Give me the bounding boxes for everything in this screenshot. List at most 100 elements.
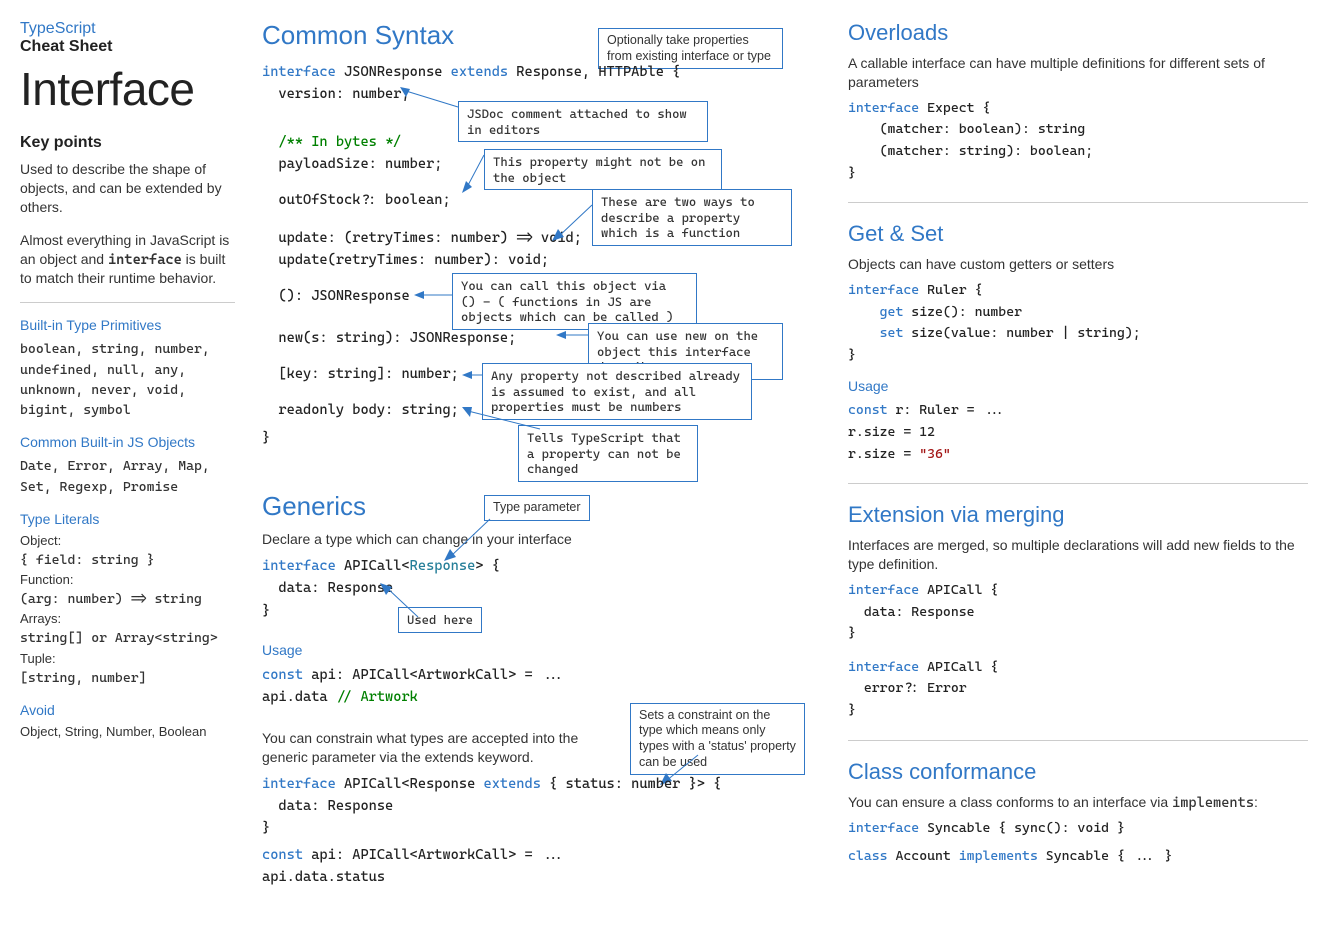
tl-obj-code: { field: string } bbox=[20, 550, 235, 570]
overloads-head: Overloads bbox=[848, 20, 1308, 46]
keypoints-p1: Used to describe the shape of objects, a… bbox=[20, 160, 235, 217]
ov1b: Expect { bbox=[919, 100, 990, 116]
gsu1b: r: Ruler = ... bbox=[888, 402, 1007, 418]
gu3a: const bbox=[262, 847, 303, 863]
common-syntax-code: interface JSONResponse extends Response,… bbox=[262, 61, 822, 471]
callout-jsdoc: JSDoc comment attached to show in editor… bbox=[458, 101, 708, 142]
gu3b: api: APICall<ArtworkCall> = ... bbox=[303, 847, 566, 863]
gc3: } bbox=[262, 600, 822, 622]
c1-7: update(retryTimes: number): void; bbox=[262, 249, 549, 271]
divider bbox=[848, 740, 1308, 741]
ex3: } bbox=[848, 623, 1308, 645]
getset-code: interface Ruler { get size(): number set… bbox=[848, 280, 1308, 366]
divider bbox=[20, 302, 235, 303]
gc1c: Response bbox=[410, 558, 476, 574]
page-title: Interface bbox=[20, 62, 235, 116]
ex6: } bbox=[848, 700, 1308, 722]
cc2d: Syncable { ... } bbox=[1038, 848, 1172, 864]
keypoints-heading: Key points bbox=[20, 134, 235, 152]
g2f: } bbox=[262, 817, 822, 839]
tl-tuple-code: [string, number] bbox=[20, 668, 235, 688]
gs1b: Ruler { bbox=[919, 282, 982, 298]
c1-9: new(s: string): JSONResponse; bbox=[262, 327, 516, 349]
kp2-code: interface bbox=[108, 252, 182, 268]
callout-typeparam: Type parameter bbox=[484, 495, 590, 521]
ov1a: interface bbox=[848, 100, 919, 116]
c1-6: update: (retryTimes: number) => void; bbox=[262, 227, 582, 249]
ext-code: interface APICall { data: Response } int… bbox=[848, 580, 1308, 722]
getset-usage-code: const r: Ruler = ... r.size = 12 r.size … bbox=[848, 400, 1308, 465]
tl-fn-label: Function: bbox=[20, 572, 235, 587]
gu2a: api.data bbox=[262, 689, 336, 705]
g2c: extends bbox=[483, 776, 540, 792]
callout-constraint: Sets a constraint on the type which mean… bbox=[630, 703, 805, 776]
ex2: data: Response bbox=[848, 602, 1308, 624]
tl-tuple-label: Tuple: bbox=[20, 651, 235, 666]
c1-1b: JSONResponse bbox=[336, 64, 451, 80]
cc-desc: You can ensure a class conforms to an in… bbox=[848, 793, 1308, 813]
ex5: error?: Error bbox=[848, 678, 1308, 700]
gu1a: const bbox=[262, 667, 303, 683]
gc1a: interface bbox=[262, 558, 336, 574]
gsu3a: r.size = bbox=[848, 446, 919, 462]
gs3a bbox=[848, 325, 880, 341]
gs1a: interface bbox=[848, 282, 919, 298]
gs3b: set bbox=[880, 325, 904, 341]
divider bbox=[848, 202, 1308, 203]
ex1b: APICall { bbox=[919, 582, 998, 598]
middle-column: Common Syntax Optionally take properties… bbox=[262, 20, 822, 889]
getset-desc: Objects can have custom getters or sette… bbox=[848, 255, 1308, 274]
generics-constrain: You can constrain what types are accepte… bbox=[262, 729, 602, 767]
ex4b: APICall { bbox=[919, 659, 998, 675]
brand-line1: TypeScript bbox=[20, 20, 235, 38]
ex1a: interface bbox=[848, 582, 919, 598]
callout-fnprop: These are two ways to describe a propert… bbox=[592, 189, 792, 246]
gu1b: api: APICall<ArtworkCall> = ... bbox=[303, 667, 566, 683]
callout-optional: This property might not be on the object bbox=[484, 149, 722, 190]
callout-callable: You can call this object via () - ( func… bbox=[452, 273, 697, 330]
callout-readonly: Tells TypeScript that a property can not… bbox=[518, 425, 698, 482]
cc-code: interface Syncable { sync(): void } clas… bbox=[848, 818, 1308, 867]
c1-10: [key: string]: number; bbox=[262, 363, 459, 385]
cc1b: Syncable { sync(): void } bbox=[919, 820, 1125, 836]
ccda: You can ensure a class conforms to an in… bbox=[848, 794, 1172, 810]
generics-desc: Declare a type which can change in your … bbox=[262, 530, 822, 549]
divider bbox=[848, 483, 1308, 484]
gc1d: > { bbox=[475, 558, 500, 574]
overloads-desc: A callable interface can have multiple d… bbox=[848, 54, 1308, 92]
gsu3b: "36" bbox=[919, 446, 951, 462]
g2d: { status: number }> { bbox=[541, 776, 721, 792]
gc2: data: Response bbox=[262, 577, 822, 599]
gs2c: size(): number bbox=[903, 304, 1022, 320]
gsu2: r.size = 12 bbox=[848, 422, 1308, 444]
c1-11: readonly body: string; bbox=[262, 399, 459, 421]
generics-usage-head: Usage bbox=[262, 642, 822, 658]
ccdb: implements bbox=[1172, 795, 1254, 811]
callout-usedhere: Used here bbox=[398, 607, 482, 633]
generics-usage2-code: const api: APICall<ArtworkCall> = ... ap… bbox=[262, 844, 822, 889]
gsu1a: const bbox=[848, 402, 888, 418]
gu4: api.data.status bbox=[262, 866, 822, 888]
c1-8: (): JSONResponse bbox=[262, 285, 410, 307]
right-column: Overloads A callable interface can have … bbox=[848, 20, 1308, 868]
jsobj-body: Date, Error, Array, Map, Set, Regexp, Pr… bbox=[20, 456, 235, 497]
tl-arr-code: string[] or Array<string> bbox=[20, 628, 235, 648]
builtin-body: boolean, string, number, undefined, null… bbox=[20, 339, 235, 420]
c1-12: } bbox=[262, 427, 270, 449]
left-sidebar: TypeScript Cheat Sheet Interface Key poi… bbox=[20, 20, 235, 741]
getset-usage-head: Usage bbox=[848, 378, 1308, 394]
ov2: (matcher: boolean): string bbox=[848, 119, 1308, 141]
g2b: APICall<Response bbox=[336, 776, 484, 792]
generics-code1: interface APICall<Response> { data: Resp… bbox=[262, 555, 822, 622]
c1-5: outOfStock?: boolean; bbox=[262, 189, 451, 211]
c1-1c: extends bbox=[451, 64, 508, 80]
typelit-head: Type Literals bbox=[20, 511, 235, 527]
c1-4: payloadSize: number; bbox=[262, 153, 442, 175]
c1-2: version: number; bbox=[262, 83, 410, 105]
g2a: interface bbox=[262, 776, 336, 792]
gs3c: size(value: number | string); bbox=[903, 325, 1140, 341]
tl-obj-label: Object: bbox=[20, 533, 235, 548]
gu2b: // Artwork bbox=[336, 689, 418, 705]
overloads-code: interface Expect { (matcher: boolean): s… bbox=[848, 98, 1308, 184]
generics-code2: interface APICall<Response extends { sta… bbox=[262, 773, 822, 840]
